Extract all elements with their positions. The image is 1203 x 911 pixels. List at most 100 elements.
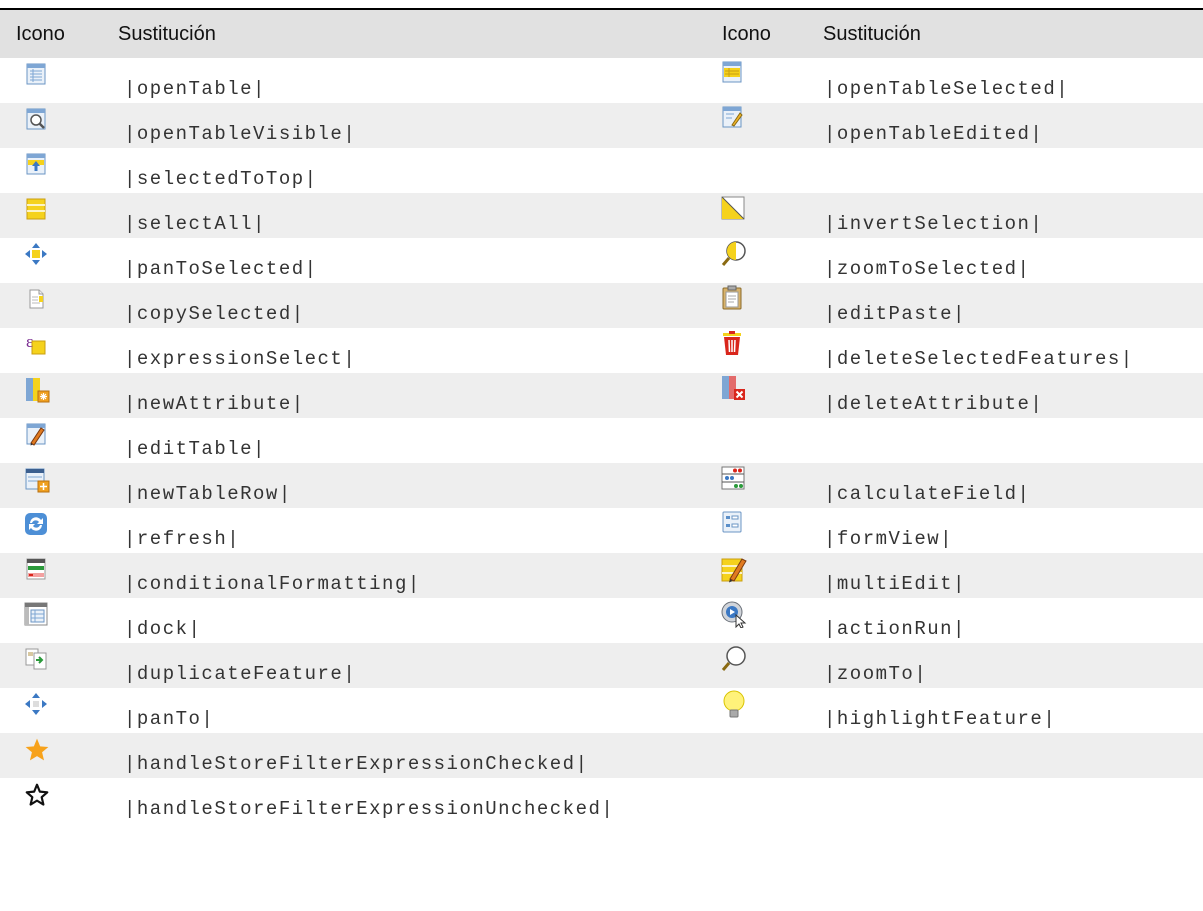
icon-cell: [0, 148, 104, 193]
zoom-to-selected-icon: [720, 240, 746, 266]
table-row: |duplicateFeature| |zoomTo|: [0, 643, 1203, 688]
header-substitution: Sustitución: [118, 22, 216, 45]
substitution-cell-2: |zoomTo|: [824, 663, 928, 685]
table-row: |openTable| |openTableSelected|: [0, 58, 1203, 103]
table-row: |newAttribute| |deleteAttribute|: [0, 373, 1203, 418]
table-row: |panTo| |highlightFeature|: [0, 688, 1203, 733]
substitution-cell-2: |multiEdit|: [824, 573, 966, 595]
delete-attribute-icon: [720, 375, 746, 401]
table-row: |handleStoreFilterExpressionUnchecked|: [0, 778, 1203, 823]
duplicate-feature-icon: [24, 647, 50, 673]
selected-to-top-icon: [24, 152, 50, 178]
substitution-cell-2: |highlightFeature|: [824, 708, 1057, 730]
svg-text:ε: ε: [26, 332, 33, 351]
icon-cell: [0, 238, 104, 283]
substitution-cell: |handleStoreFilterExpressionUnchecked|: [124, 798, 615, 820]
table-header-row: Icono Sustitución Icono Sustitución: [0, 10, 1203, 58]
table-row: |selectedToTop|: [0, 148, 1203, 193]
star-filled-icon: [24, 737, 50, 763]
icon-cell: ε: [0, 328, 104, 373]
icon-cell: [0, 58, 104, 103]
substitution-cell-2: |calculateField|: [824, 483, 1031, 505]
icon-cell-2: [720, 148, 812, 193]
table-row: |openTableVisible| |openTableEdited|: [0, 103, 1203, 148]
zoom-to-icon: [720, 645, 746, 671]
delete-selected-features-icon: [720, 330, 746, 356]
substitution-cell-2: |deleteSelectedFeatures|: [824, 348, 1134, 370]
substitution-cell-2: |invertSelection|: [824, 213, 1044, 235]
substitution-cell-2: [812, 418, 1203, 463]
edit-table-icon: [24, 422, 50, 448]
table-row: |newTableRow| |calculateField|: [0, 463, 1203, 508]
substitution-cell-2: [812, 733, 1203, 778]
icon-cell-2: [720, 778, 812, 823]
open-table-visible-icon: [24, 107, 50, 133]
icon-cell-2: [720, 283, 812, 328]
table-row: |conditionalFormatting| |multiEdit|: [0, 553, 1203, 598]
icon-cell-2: [720, 688, 812, 733]
table-row: ε |expressionSelect| |deleteSelectedFeatur…: [0, 328, 1203, 373]
icon-cell-2: [720, 733, 812, 778]
form-view-icon: [720, 510, 746, 536]
substitution-cell: |selectAll|: [124, 213, 266, 235]
icon-cell: [0, 103, 104, 148]
substitution-cell: |dock|: [124, 618, 202, 640]
icon-cell: [0, 688, 104, 733]
new-attribute-icon: [24, 377, 50, 403]
icon-cell-2: [720, 238, 812, 283]
substitution-cell: |openTableVisible|: [124, 123, 357, 145]
icon-cell: [0, 418, 104, 463]
header-substitution-2: Sustitución: [823, 22, 921, 45]
substitution-cell-2: |deleteAttribute|: [824, 393, 1044, 415]
pan-to-icon: [24, 692, 50, 718]
table-row: |selectAll| |invertSelection|: [0, 193, 1203, 238]
icon-cell-2: [720, 598, 812, 643]
expression-select-icon: ε: [24, 332, 50, 358]
icon-cell: [0, 643, 104, 688]
dock-icon: [24, 602, 50, 628]
icon-cell-2: [720, 508, 812, 553]
open-table-selected-icon: [720, 60, 746, 86]
substitution-cell: |copySelected|: [124, 303, 305, 325]
copy-selected-icon: [24, 287, 50, 313]
icon-cell-2: [720, 553, 812, 598]
table-row: |handleStoreFilterExpressionChecked|: [0, 733, 1203, 778]
table-row: |copySelected| |editPaste|: [0, 283, 1203, 328]
header-icon: Icono: [16, 22, 65, 45]
conditional-formatting-icon: [24, 557, 50, 583]
substitution-cell-2: |openTableEdited|: [824, 123, 1044, 145]
new-table-row-icon: [24, 467, 50, 493]
icon-cell-2: [720, 193, 812, 238]
star-outline-icon: [24, 782, 50, 808]
icon-cell-2: [720, 373, 812, 418]
icon-cell-2: [720, 643, 812, 688]
select-all-icon: [24, 197, 50, 223]
table-row: |editTable|: [0, 418, 1203, 463]
substitution-cell: |conditionalFormatting|: [124, 573, 421, 595]
substitution-cell-2: |zoomToSelected|: [824, 258, 1031, 280]
action-run-icon: [720, 600, 747, 628]
icon-cell-2: [720, 463, 812, 508]
substitution-cell: |duplicateFeature|: [124, 663, 357, 685]
substitution-cell-2: [812, 148, 1203, 193]
substitution-cell: |refresh|: [124, 528, 241, 550]
substitution-cell: |panTo|: [124, 708, 215, 730]
icon-cell-2: [720, 103, 812, 148]
substitution-cell: |expressionSelect|: [124, 348, 357, 370]
table-row: |refresh| |formView|: [0, 508, 1203, 553]
icon-cell: [0, 508, 104, 553]
substitution-table-page: Icono Sustitución Icono Sustitución |ope…: [0, 0, 1203, 911]
icon-cell-2: [720, 418, 812, 463]
icon-cell: [0, 373, 104, 418]
substitution-cell-2: |editPaste|: [824, 303, 966, 325]
icon-cell-2: [720, 328, 812, 373]
substitution-cell: |openTable|: [124, 78, 266, 100]
open-table-edited-icon: [720, 105, 746, 131]
open-table-icon: [24, 62, 50, 88]
table-row: |panToSelected| |zoomToSelected|: [0, 238, 1203, 283]
icon-substitution-table: Icono Sustitución Icono Sustitución |ope…: [0, 10, 1203, 823]
icon-cell: [0, 778, 104, 823]
icon-cell: [0, 283, 104, 328]
substitution-cell: |selectedToTop|: [124, 168, 318, 190]
header-icon-2: Icono: [722, 22, 771, 45]
